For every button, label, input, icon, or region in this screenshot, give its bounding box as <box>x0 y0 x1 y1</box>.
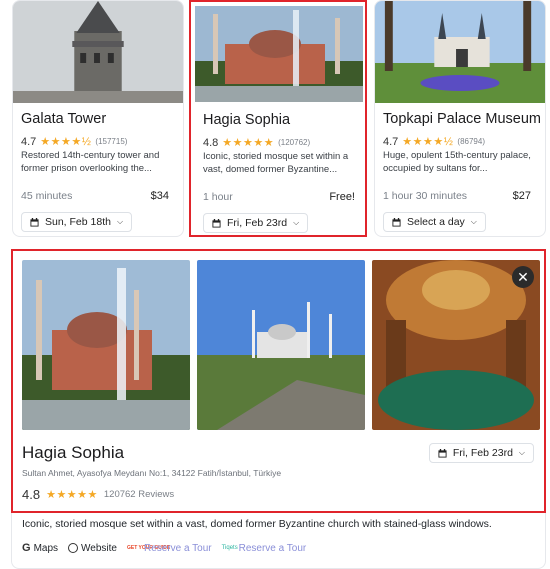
tiqets-logo-icon: Tiqets <box>221 545 238 551</box>
website-link[interactable]: Website <box>68 543 117 554</box>
reserve-tour-label: Reserve a Tour <box>143 542 212 554</box>
date-label: Fri, Feb 23rd <box>452 447 513 459</box>
getyourguide-logo-icon: GET YOUR GUIDE <box>126 544 171 551</box>
website-label: Website <box>81 542 117 554</box>
attraction-card-galata-tower[interactable]: Galata Tower 4.7 ★★★★½ (157715) Restored… <box>12 0 184 237</box>
galata-tower-photo <box>13 1 183 103</box>
card-title[interactable]: Topkapi Palace Museum <box>383 111 541 127</box>
card-duration: 1 hour <box>203 191 233 203</box>
rating-value: 4.8 <box>203 136 219 149</box>
hagia-sophia-photo <box>195 6 363 102</box>
attraction-card-hagia-sophia[interactable]: Hagia Sophia 4.8 ★★★★★ (120762) Iconic, … <box>189 0 367 237</box>
rating-value: 4.7 <box>383 135 399 148</box>
reserve-tour-tiqets-link[interactable]: Tiqets Reserve a Tour <box>222 543 307 554</box>
card-title[interactable]: Hagia Sophia <box>203 112 290 128</box>
review-count: (157715) <box>95 137 128 146</box>
review-count: (86794) <box>457 137 485 146</box>
detail-address: Sultan Ahmet, Ayasofya Meydanı No:1, 341… <box>22 468 282 478</box>
review-count: 120762 Reviews <box>103 489 175 500</box>
star-rating-icon: ★★★★½ <box>402 136 454 148</box>
card-description: Iconic, storied mosque set within a vast… <box>203 151 349 175</box>
topkapi-palace-photo <box>375 1 545 103</box>
reserve-tour-getyourguide-link[interactable]: GET YOUR GUIDE Reserve a Tour <box>127 543 212 554</box>
date-picker-button[interactable]: Fri, Feb 23rd ⌵ <box>203 213 309 233</box>
card-duration: 45 minutes <box>21 190 73 202</box>
close-icon[interactable]: ✕ <box>512 266 534 288</box>
star-rating-icon: ★★★★★ <box>222 137 275 149</box>
photo-gallery: ✕ <box>22 260 540 430</box>
card-duration: 1 hour 30 minutes <box>383 190 468 202</box>
maps-label: Maps <box>33 542 59 554</box>
attraction-card-topkapi-palace[interactable]: Topkapi Palace Museum 4.7 ★★★★½ (86794) … <box>374 0 546 237</box>
card-price: $27 <box>512 190 531 202</box>
rating-value: 4.7 <box>21 135 37 148</box>
calendar-icon <box>392 217 401 227</box>
chevron-down-icon: ⌵ <box>293 218 300 227</box>
detail-description: Iconic, storied mosque set within a vast… <box>22 518 492 530</box>
detail-rating: 4.8 ★★★★★ 120762 Reviews <box>22 487 174 502</box>
globe-icon <box>68 543 79 553</box>
gallery-photo[interactable] <box>22 260 190 430</box>
date-label: Sun, Feb 18th <box>45 216 111 228</box>
star-rating-icon: ★★★★★ <box>46 489 98 501</box>
rating-value: 4.8 <box>22 487 41 502</box>
gallery-photo[interactable] <box>197 260 365 430</box>
detail-title: Hagia Sophia <box>22 443 125 462</box>
chevron-down-icon: ⌵ <box>518 448 525 457</box>
date-picker-button[interactable]: Sun, Feb 18th ⌵ <box>21 212 133 232</box>
card-rating: 4.7 ★★★★½ (86794) <box>383 135 485 149</box>
attraction-detail-panel: ✕ Hagia Sophia Sultan Ahmet, Ayasofya Me… <box>11 249 546 513</box>
date-label: Select a day <box>407 216 465 228</box>
card-rating: 4.8 ★★★★★ (120762) <box>203 136 311 150</box>
detail-date-picker-button[interactable]: Fri, Feb 23rd ⌵ <box>428 443 534 463</box>
detail-links: G Maps Website GET YOUR GUIDE Reserve a … <box>22 542 306 554</box>
date-label: Fri, Feb 23rd <box>227 217 288 229</box>
chevron-down-icon: ⌵ <box>470 217 477 226</box>
calendar-icon <box>438 448 447 458</box>
chevron-down-icon: ⌵ <box>116 217 124 226</box>
gallery-photo[interactable]: ✕ <box>372 260 540 430</box>
card-price: $34 <box>150 190 169 202</box>
google-maps-icon: G <box>22 542 31 554</box>
calendar-icon <box>30 217 39 227</box>
card-rating: 4.7 ★★★★½ (157715) <box>21 135 128 149</box>
card-price: Free! <box>329 191 355 203</box>
card-description: Restored 14th-century tower and former p… <box>21 150 160 174</box>
card-description: Huge, opulent 15th-century palace, occup… <box>383 150 531 174</box>
date-picker-button[interactable]: Select a day ⌵ <box>383 212 486 232</box>
calendar-icon <box>212 218 221 228</box>
reserve-tour-label: Reserve a Tour <box>238 542 307 554</box>
maps-link[interactable]: G Maps <box>22 542 58 554</box>
star-rating-icon: ★★★★½ <box>40 136 92 148</box>
card-title[interactable]: Galata Tower <box>21 111 106 127</box>
review-count: (120762) <box>278 138 311 147</box>
